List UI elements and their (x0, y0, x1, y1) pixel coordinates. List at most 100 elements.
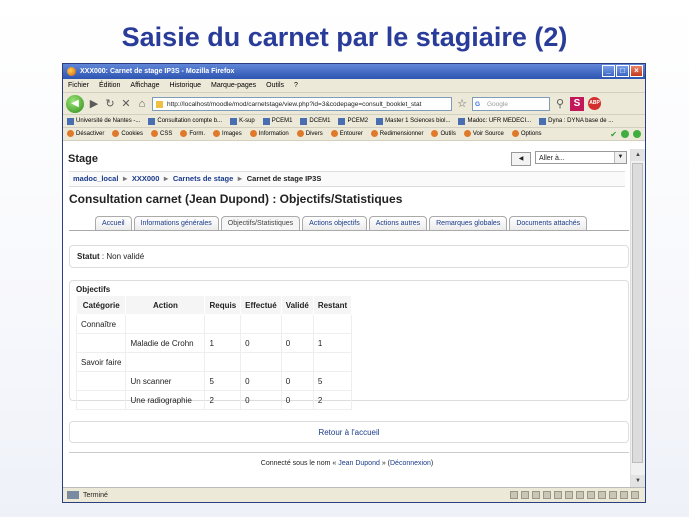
bookmark-item[interactable]: Master 1 Sciences biol... (376, 117, 450, 125)
bookmark-item[interactable]: Dyna : DYNA base de ... (539, 117, 613, 125)
menu-affichage[interactable]: Affichage (130, 82, 159, 89)
breadcrumb-current: Carnet de stage IP3S (246, 174, 322, 183)
dev-tool-item[interactable]: Redimensionner (370, 130, 423, 138)
table-cell (312, 352, 353, 372)
web-developer-toolbar: Désactiver Cookies CSS Form. Images Info… (63, 128, 645, 141)
dev-tool-item[interactable]: Désactiver (67, 130, 104, 138)
menu-edition[interactable]: Édition (99, 82, 120, 89)
dev-tool-item[interactable]: Options (511, 130, 542, 138)
back-button[interactable]: ◀ (66, 94, 84, 113)
table-cell: 5 (312, 371, 353, 391)
dev-tool-item[interactable]: Form. (180, 130, 205, 138)
status-green-icon[interactable] (633, 129, 641, 138)
table-cell (75, 390, 127, 410)
dev-tool-item[interactable]: Information (249, 130, 289, 138)
jump-prev-button[interactable]: ◀ (511, 152, 531, 166)
search-input[interactable]: Google (472, 96, 550, 112)
minimize-button[interactable]: _ (602, 65, 615, 77)
search-icon[interactable]: ⚲ (554, 97, 566, 110)
column-header: Action (125, 295, 206, 315)
bookmark-item[interactable]: PCEM1 (262, 117, 292, 125)
dev-tool-item[interactable]: CSS (151, 130, 172, 138)
addon-icon[interactable] (521, 491, 529, 499)
table-cell (125, 314, 206, 334)
menu-aide[interactable]: ? (294, 82, 298, 89)
table-row: Connaître (75, 314, 353, 334)
page-title: Consultation carnet (Jean Dupond) : Obje… (69, 192, 403, 206)
bookmark-star-icon[interactable]: ☆ (456, 97, 468, 110)
status-green-icon[interactable] (621, 129, 629, 138)
dev-tool-item[interactable]: Entourer (330, 130, 363, 138)
login-info: Connecté sous le nom « Jean Dupond » (Dé… (260, 460, 434, 467)
url-input[interactable]: http://localhost/moodle/mod/carnetstage/… (152, 96, 452, 111)
tab-actions-objectifs[interactable]: Actions objectifs (302, 216, 367, 231)
addon-icon[interactable] (565, 491, 573, 499)
chevron-down-icon: ▼ (614, 152, 626, 163)
table-cell (240, 352, 282, 372)
dev-tool-item[interactable]: Divers (296, 130, 323, 138)
menu-bar: Fichier Édition Affichage Historique Mar… (63, 79, 645, 93)
close-button[interactable]: × (630, 65, 643, 77)
maximize-button[interactable]: □ (616, 65, 629, 77)
tab-accueil[interactable]: Accueil (95, 216, 132, 231)
jump-select[interactable]: Aller à... ▼ (535, 151, 627, 164)
menu-outils[interactable]: Outils (266, 82, 284, 89)
home-icon[interactable]: ⌂ (136, 98, 148, 110)
bookmark-item[interactable]: Université de Nantes -... (67, 117, 140, 125)
table-cell (240, 314, 282, 334)
addon-icon[interactable] (543, 491, 551, 499)
stop-icon[interactable]: ✕ (120, 97, 132, 110)
firefox-icon (67, 67, 76, 76)
addon-s-icon[interactable]: S (570, 96, 584, 111)
forward-button[interactable]: ▶ (88, 97, 100, 110)
tab-remarques-globales[interactable]: Remarques globales (429, 216, 508, 231)
dev-tool-item[interactable]: Images (213, 130, 242, 138)
breadcrumb-item[interactable]: Carnets de stage (173, 174, 233, 183)
menu-marque-pages[interactable]: Marque-pages (211, 82, 256, 89)
addon-icon[interactable] (609, 491, 617, 499)
reload-icon[interactable]: ↻ (104, 97, 116, 110)
bookmark-item[interactable]: DCEM1 (300, 117, 330, 125)
window-titlebar: XXX000: Carnet de stage IP3S - Mozilla F… (63, 64, 645, 79)
addon-icon[interactable] (532, 491, 540, 499)
tab-objectifs-statistiques[interactable]: Objectifs/Statistiques (220, 216, 301, 231)
scroll-thumb[interactable] (632, 163, 643, 463)
vertical-scrollbar[interactable]: ▲ ▼ (630, 149, 645, 487)
bookmark-item[interactable]: Consultation compte b... (148, 117, 222, 125)
menu-fichier[interactable]: Fichier (68, 82, 89, 89)
page-content: Stage ◀ Aller à... ▼ madoc_local ► XXX000 ►… (63, 149, 631, 487)
bookmark-item[interactable]: K-sup (230, 117, 255, 125)
addon-icon[interactable] (598, 491, 606, 499)
validation-check-icon[interactable]: ✔ (610, 130, 617, 139)
addon-icon[interactable] (620, 491, 628, 499)
footer-divider (69, 452, 629, 453)
bookmarks-toolbar: Université de Nantes -... Consultation c… (63, 115, 645, 128)
adblock-icon[interactable]: ABP (588, 97, 601, 110)
table-row: Une radiographie 2 0 0 2 (75, 390, 353, 410)
return-home-link[interactable]: Retour à l'accueil (70, 428, 628, 437)
breadcrumb-item[interactable]: madoc_local (73, 174, 118, 183)
column-header: Catégorie (75, 295, 127, 315)
logout-link[interactable]: Déconnexion (390, 460, 431, 467)
addon-icon[interactable] (576, 491, 584, 499)
tab-informations-generales[interactable]: Informations générales (133, 216, 219, 231)
tab-documents-attaches[interactable]: Documents attachés (509, 216, 588, 231)
dev-tool-item[interactable]: Cookies (112, 130, 143, 138)
column-header: Restant (312, 295, 353, 315)
objectives-table: Catégorie Action Requis Effectué Validé … (75, 295, 353, 410)
menu-historique[interactable]: Historique (169, 82, 201, 89)
user-profile-link[interactable]: Jean Dupond (338, 460, 380, 467)
breadcrumb-item[interactable]: XXX000 (132, 174, 160, 183)
dev-tool-item[interactable]: Voir Source (463, 130, 504, 138)
addon-icon[interactable] (510, 491, 518, 499)
addon-icon[interactable] (554, 491, 562, 499)
table-cell: Savoir faire (75, 352, 127, 372)
scroll-down-icon[interactable]: ▼ (631, 475, 645, 487)
dev-tool-item[interactable]: Outils (431, 130, 456, 138)
scroll-up-icon[interactable]: ▲ (631, 149, 645, 161)
bookmark-item[interactable]: Madoc: UFR MEDECI... (458, 117, 531, 125)
bookmark-item[interactable]: PCEM2 (338, 117, 368, 125)
tab-actions-autres[interactable]: Actions autres (368, 216, 428, 231)
addon-icon[interactable] (587, 491, 595, 499)
addon-icon[interactable] (631, 491, 639, 499)
